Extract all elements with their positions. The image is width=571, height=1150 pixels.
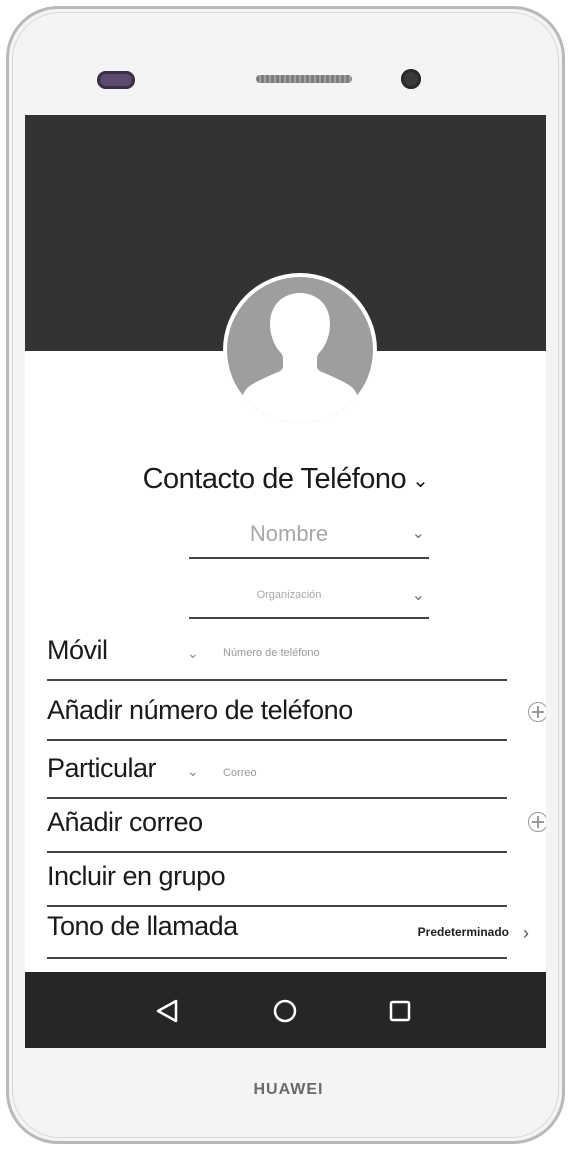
chevron-down-icon[interactable]: ⌄ — [412, 585, 425, 605]
chevron-down-icon[interactable]: ⌄ — [187, 763, 199, 780]
plus-circle-icon[interactable] — [528, 812, 546, 832]
chevron-right-icon[interactable]: › — [523, 923, 529, 944]
plus-circle-icon[interactable] — [528, 702, 546, 722]
earpiece-speaker — [256, 75, 352, 83]
home-circle-icon[interactable] — [266, 992, 304, 1035]
name-field[interactable]: Nombre ⌄ — [189, 517, 429, 559]
recents-square-icon[interactable] — [381, 992, 419, 1035]
account-type-selector[interactable]: Contacto de Teléfono ⌄ — [25, 463, 546, 496]
email-row: Particular ⌄ Correo — [47, 741, 507, 799]
ringtone-row[interactable]: Tono de llamada Predeterminado — [47, 907, 509, 959]
chevron-down-icon: ⌄ — [412, 469, 429, 492]
person-silhouette-icon — [227, 277, 373, 423]
back-triangle-icon[interactable] — [147, 992, 185, 1035]
add-email-label: Añadir correo — [47, 807, 203, 837]
ringtone-label: Tono de llamada — [47, 911, 238, 941]
phone-frame: Contacto de Teléfono ⌄ Nombre ⌄ Organizac… — [6, 6, 565, 1144]
group-row[interactable]: Incluir en grupo — [47, 853, 507, 907]
front-camera — [401, 69, 421, 89]
phone-number-field[interactable]: Número de teléfono — [223, 647, 320, 659]
organization-field[interactable]: Organización ⌄ — [189, 577, 429, 619]
add-phone-row[interactable]: Añadir número de teléfono — [47, 681, 507, 741]
chevron-down-icon[interactable]: ⌄ — [412, 523, 425, 543]
navigation-bar — [25, 972, 546, 1048]
add-email-row[interactable]: Añadir correo — [47, 799, 507, 853]
chevron-down-icon[interactable]: ⌄ — [187, 645, 199, 662]
phone-type-label[interactable]: Móvil — [47, 635, 108, 666]
contact-photo-button[interactable] — [223, 273, 377, 427]
screen: Contacto de Teléfono ⌄ Nombre ⌄ Organizac… — [25, 115, 546, 1048]
brand-logo: HUAWEI — [253, 1081, 324, 1098]
account-type-label: Contacto de Teléfono — [142, 463, 407, 495]
proximity-sensor — [97, 71, 135, 89]
organization-placeholder: Organización — [256, 589, 322, 601]
name-placeholder: Nombre — [249, 521, 329, 546]
phone-number-row: Móvil ⌄ Número de teléfono — [47, 629, 507, 681]
group-label: Incluir en grupo — [47, 861, 226, 891]
add-phone-label: Añadir número de teléfono — [47, 695, 353, 725]
email-type-label[interactable]: Particular — [47, 753, 157, 784]
email-field[interactable]: Correo — [223, 767, 257, 779]
ringtone-value: Predeterminado — [417, 925, 509, 939]
